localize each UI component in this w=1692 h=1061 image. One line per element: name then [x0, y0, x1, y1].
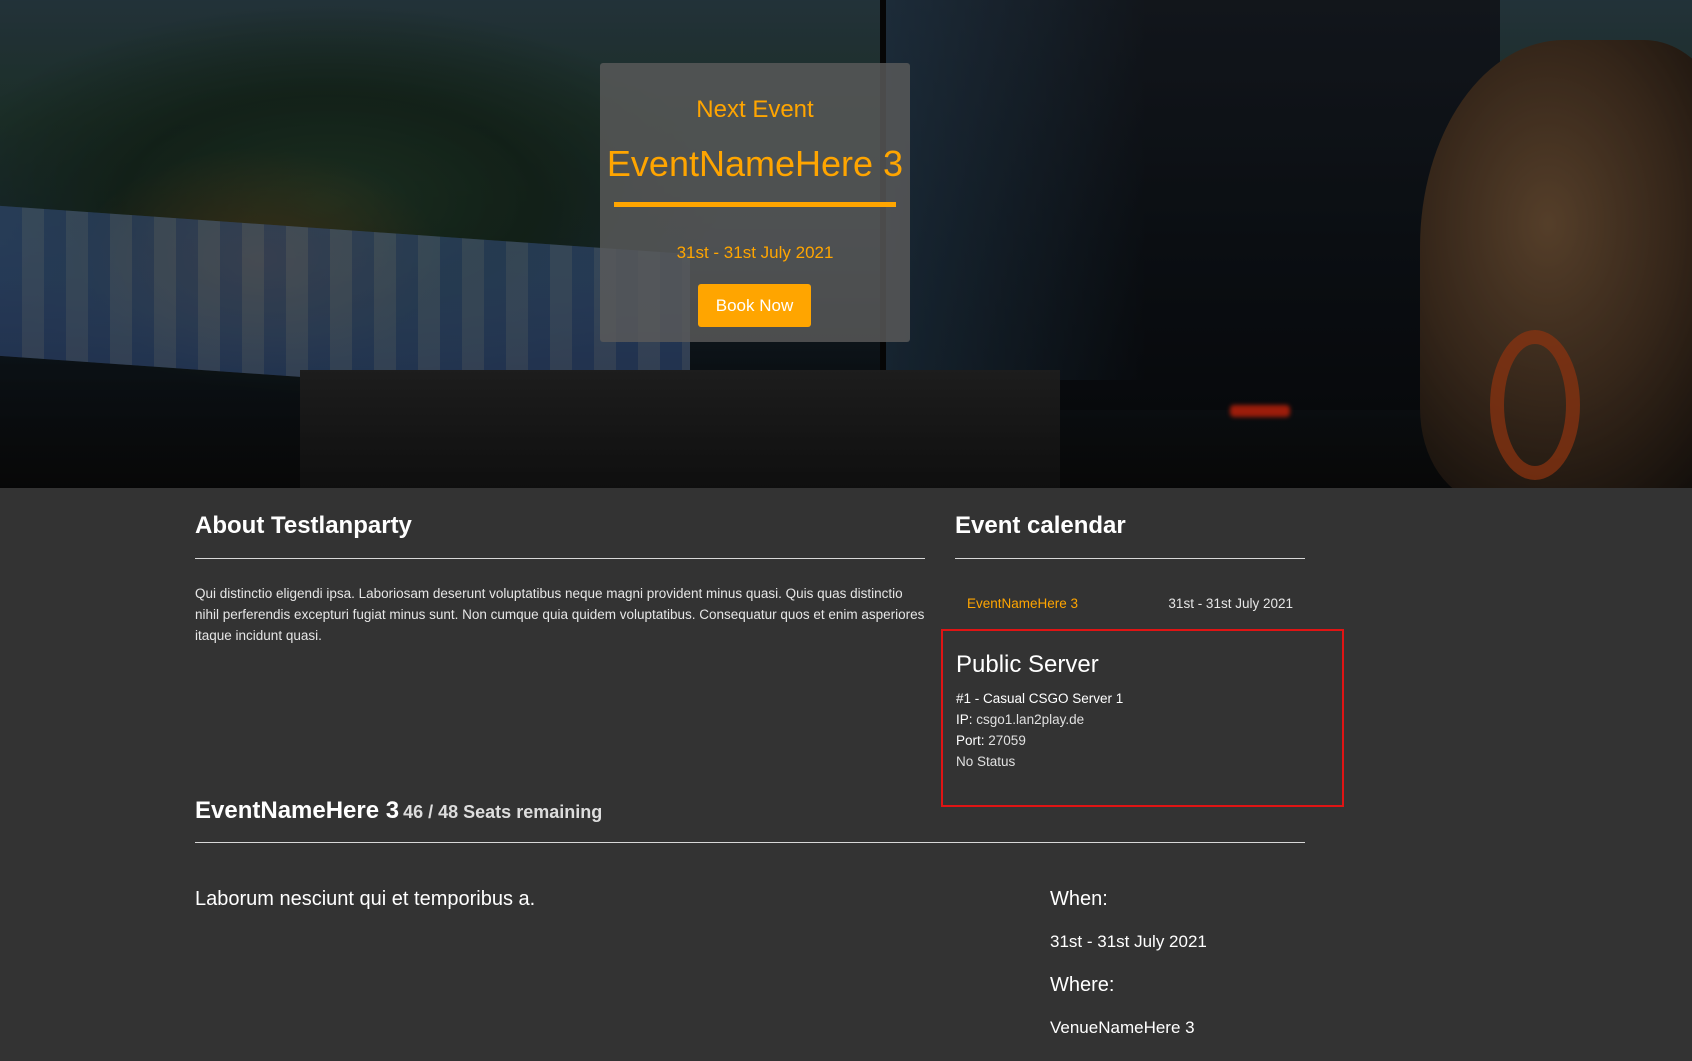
where-label: Where:: [1050, 974, 1115, 996]
event-heading: EventNameHere 3 46 / 48 Seats remaining: [195, 797, 602, 825]
event-divider: [195, 842, 1305, 843]
seats-remaining: 46 / 48 Seats remaining: [403, 802, 603, 822]
server-port-line: Port: 27059: [956, 733, 1026, 748]
when-value: 31st - 31st July 2021: [1050, 932, 1207, 951]
public-server-panel: Public Server #1 - Casual CSGO Server 1 …: [941, 629, 1344, 807]
next-event-kicker: Next Event: [696, 96, 814, 123]
event-name: EventNameHere 3: [195, 797, 400, 824]
server-ip-label: IP:: [956, 712, 973, 727]
next-event-divider: [614, 202, 896, 207]
server-name: #1 - Casual CSGO Server 1: [956, 691, 1124, 706]
server-port-label: Port:: [956, 733, 985, 748]
next-event-dates: 31st - 31st July 2021: [676, 243, 834, 262]
calendar-event-dates: 31st - 31st July 2021: [1168, 596, 1293, 611]
server-ip-line: IP: csgo1.lan2play.de: [956, 712, 1084, 727]
calendar-event-link[interactable]: EventNameHere 3: [967, 596, 1078, 611]
when-label: When:: [1050, 888, 1108, 910]
calendar-row: EventNameHere 3 31st - 31st July 2021: [955, 594, 1305, 618]
hero-banner: Next Event EventNameHere 3 31st - 31st J…: [0, 0, 1692, 488]
calendar-divider: [955, 558, 1305, 559]
about-heading: About Testlanparty: [195, 512, 412, 539]
next-event-card: Next Event EventNameHere 3 31st - 31st J…: [600, 63, 910, 342]
server-port-value: 27059: [988, 733, 1026, 748]
about-text: Qui distinctio eligendi ipsa. Laboriosam…: [195, 586, 925, 643]
book-now-button[interactable]: Book Now: [698, 284, 811, 327]
where-value: VenueNameHere 3: [1050, 1018, 1195, 1037]
server-status: No Status: [956, 754, 1016, 769]
server-ip-value: csgo1.lan2play.de: [976, 712, 1085, 727]
next-event-title: EventNameHere 3: [606, 143, 904, 184]
event-description: Laborum nesciunt qui et temporibus a.: [195, 888, 536, 910]
about-divider: [195, 558, 925, 559]
server-heading: Public Server: [956, 651, 1099, 678]
calendar-heading: Event calendar: [955, 512, 1126, 539]
